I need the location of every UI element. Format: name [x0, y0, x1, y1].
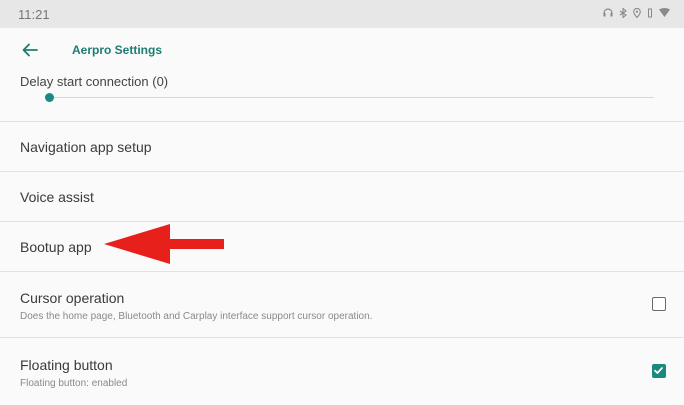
slider-label: Delay start connection (0): [20, 74, 169, 89]
voice-assist-item[interactable]: Voice assist: [0, 172, 684, 222]
wifi-icon: [659, 8, 670, 20]
cursor-operation-item[interactable]: Cursor operation Does the home page, Blu…: [0, 272, 684, 338]
status-time: 11:21: [18, 6, 50, 22]
floating-button-item[interactable]: Floating button Floating button: enabled: [0, 338, 684, 405]
floating-button-checkbox[interactable]: [652, 364, 666, 378]
bluetooth-icon: [619, 6, 627, 21]
item-title: Navigation app setup: [20, 138, 152, 155]
navigation-app-setup-item[interactable]: Navigation app setup: [0, 122, 684, 172]
app-title: Aerpro Settings: [72, 43, 163, 57]
item-title: Cursor operation: [20, 290, 125, 306]
item-summary: Does the home page, Bluetooth and Carpla…: [20, 311, 373, 322]
vibrate-icon: [647, 8, 653, 21]
cursor-operation-checkbox[interactable]: [652, 297, 666, 311]
slider-thumb[interactable]: [45, 93, 54, 102]
item-title: Floating button: [20, 357, 113, 373]
checkmark-icon: [654, 367, 663, 374]
app-bar: Aerpro Settings: [0, 28, 684, 72]
status-icons: [603, 6, 670, 21]
item-title: Bootup app: [20, 238, 92, 255]
red-arrow-annotation: [104, 224, 224, 264]
item-summary: Floating button: enabled: [20, 378, 128, 389]
slider-track[interactable]: [50, 97, 654, 98]
back-button[interactable]: [10, 30, 50, 70]
delay-start-connection-setting: Delay start connection (0): [0, 72, 684, 122]
arrow-left-icon: [22, 43, 38, 57]
location-icon: [633, 7, 641, 21]
status-bar: 11:21: [0, 0, 684, 28]
headphones-icon: [603, 8, 613, 20]
item-title: Voice assist: [20, 188, 94, 205]
